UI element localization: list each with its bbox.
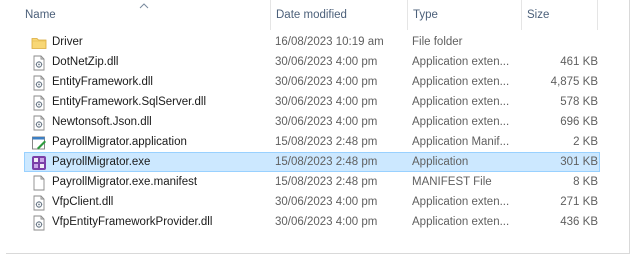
file-name: PayrollMigrator.exe	[52, 156, 151, 168]
blank-file-icon	[31, 175, 47, 191]
file-row[interactable]: EntityFramework.dll 30/06/2023 4:00 pm App…	[24, 72, 600, 92]
file-date-modified: 30/06/2023 4:00 pm	[275, 56, 378, 68]
file-name: PayrollMigrator.exe.manifest	[52, 176, 198, 188]
file-row[interactable]: PayrollMigrator.exe.manifest 15/08/2023 2…	[24, 172, 600, 192]
file-size: 301 KB	[560, 156, 598, 168]
column-header-type[interactable]: Type	[407, 0, 521, 30]
file-size: 696 KB	[560, 116, 598, 128]
file-name: EntityFramework.dll	[52, 76, 153, 88]
file-size: 8 KB	[573, 176, 598, 188]
file-row[interactable]: VfpClient.dll 30/06/2023 4:00 pm Applicati…	[24, 192, 600, 212]
file-date-modified: 30/06/2023 4:00 pm	[275, 196, 378, 208]
file-size	[522, 33, 598, 51]
file-date-modified: 30/06/2023 4:00 pm	[275, 76, 378, 88]
file-date-modified: 30/06/2023 4:00 pm	[275, 116, 378, 128]
file-type: Application	[412, 156, 469, 168]
file-name: PayrollMigrator.application	[52, 136, 187, 148]
file-type: Application exten...	[412, 196, 510, 208]
column-header-size[interactable]: Size	[521, 0, 597, 30]
file-size: 436 KB	[560, 216, 598, 228]
file-type: Application Manif...	[412, 136, 510, 148]
file-name: Driver	[52, 36, 83, 48]
exe-app-icon	[31, 155, 47, 171]
file-type: MANIFEST File	[412, 176, 492, 188]
file-size: 461 KB	[560, 56, 598, 68]
file-type: File folder	[412, 36, 463, 48]
file-date-modified: 30/06/2023 4:00 pm	[275, 216, 378, 228]
column-header-name[interactable]: Name	[20, 0, 270, 30]
folder-icon	[31, 35, 47, 51]
file-type: Application exten...	[412, 76, 510, 88]
file-name: Newtonsoft.Json.dll	[52, 116, 152, 128]
file-type: Application exten...	[412, 116, 510, 128]
dll-file-icon	[31, 75, 47, 91]
application-manifest-icon	[31, 135, 47, 151]
file-size: 2 KB	[573, 136, 598, 148]
file-name: DotNetZip.dll	[52, 56, 119, 68]
dll-file-icon	[31, 195, 47, 211]
dll-file-icon	[31, 115, 47, 131]
file-name: VfpEntityFrameworkProvider.dll	[52, 216, 213, 228]
file-row[interactable]: EntityFramework.SqlServer.dll 30/06/2023 …	[24, 92, 600, 112]
column-header-date-modified[interactable]: Date modified	[270, 0, 407, 30]
file-row[interactable]: PayrollMigrator.application 15/08/2023 2:…	[24, 132, 600, 152]
file-type: Application exten...	[412, 216, 510, 228]
file-size: 578 KB	[560, 96, 598, 108]
file-row[interactable]: Newtonsoft.Json.dll 30/06/2023 4:00 pm App…	[24, 112, 600, 132]
column-header-spacer	[597, 0, 617, 30]
file-date-modified: 15/08/2023 2:48 pm	[275, 136, 378, 148]
file-date-modified: 16/08/2023 10:19 am	[275, 36, 384, 48]
file-row[interactable]: PayrollMigrator.exe 15/08/2023 2:48 pm App…	[24, 152, 600, 172]
file-row[interactable]: DotNetZip.dll 30/06/2023 4:00 pm Applicati…	[24, 52, 600, 72]
file-date-modified: 30/06/2023 4:00 pm	[275, 96, 378, 108]
file-name: EntityFramework.SqlServer.dll	[52, 96, 207, 108]
dll-file-icon	[31, 95, 47, 111]
file-date-modified: 15/08/2023 2:48 pm	[275, 156, 378, 168]
file-name: VfpClient.dll	[52, 196, 114, 208]
dll-file-icon	[31, 215, 47, 231]
file-type: Application exten...	[412, 96, 510, 108]
dll-file-icon	[31, 55, 47, 71]
file-date-modified: 15/08/2023 2:48 pm	[275, 176, 378, 188]
file-size: 4,875 KB	[550, 76, 598, 88]
file-size: 271 KB	[560, 196, 598, 208]
file-row[interactable]: VfpEntityFrameworkProvider.dll 30/06/2023…	[24, 212, 600, 232]
column-header-bar: Name Date modified Type Size	[6, 0, 624, 30]
file-row[interactable]: Driver 16/08/2023 10:19 am File folder	[24, 32, 600, 52]
file-type: Application exten...	[412, 56, 510, 68]
file-list-view: Name Date modified Type Size Driver 16/08…	[6, 0, 630, 254]
